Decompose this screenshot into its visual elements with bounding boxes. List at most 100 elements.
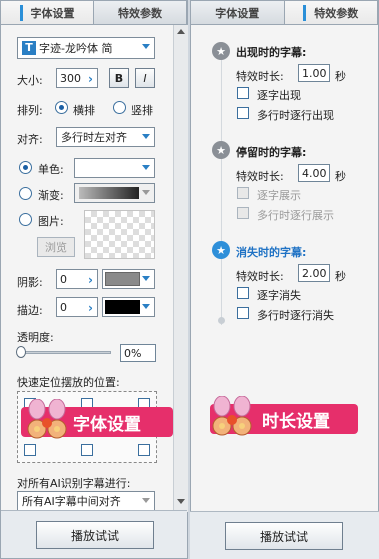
stroke-label: 描边: — [17, 304, 43, 317]
font-select[interactable]: T 字迹-龙吟体 简 — [17, 37, 155, 59]
stroke-swatch — [105, 300, 140, 314]
appear-title: 出现时的字幕: — [236, 46, 307, 59]
chevron-down-icon — [142, 276, 150, 281]
browse-button[interactable]: 浏览 — [37, 237, 75, 257]
star-icon: ★ — [212, 241, 230, 259]
tab-effect-params[interactable]: 特效参数 — [94, 1, 187, 24]
flower-icon — [212, 396, 252, 436]
tab-accent — [19, 4, 23, 21]
image-label: 图片: — [38, 215, 64, 228]
opacity-slider-handle[interactable] — [16, 346, 26, 358]
play-button[interactable]: 播放试试 — [225, 522, 343, 550]
appear-duration-label: 特效时长: — [236, 70, 284, 83]
shadow-stepper[interactable]: 0 › — [56, 269, 98, 289]
pos-bottom-left[interactable] — [24, 444, 36, 456]
left-tabbar: 字体设置 特效参数 — [1, 1, 187, 25]
ai-label: 对所有AI识别字幕进行: — [17, 477, 131, 490]
gradient-select[interactable] — [74, 183, 155, 203]
stay-line-checkbox[interactable] — [237, 207, 249, 219]
appear-unit: 秒 — [335, 70, 346, 83]
bold-button[interactable]: B — [109, 68, 129, 88]
chevron-down-icon — [142, 134, 150, 139]
stay-char-label: 逐字展示 — [257, 189, 301, 202]
stay-duration-label: 特效时长: — [236, 170, 284, 183]
right-footer: 播放试试 — [190, 511, 379, 559]
stay-line-label: 多行时逐行展示 — [257, 209, 334, 222]
appear-char-label: 逐字出现 — [257, 89, 301, 102]
appear-line-label: 多行时逐行出现 — [257, 109, 334, 122]
play-button[interactable]: 播放试试 — [36, 521, 154, 549]
opacity-input[interactable]: 0% — [120, 344, 156, 362]
align-label: 对齐: — [17, 133, 43, 146]
pos-bottom-center[interactable] — [81, 444, 93, 456]
align-select[interactable]: 多行时左对齐 — [56, 127, 155, 147]
disappear-unit: 秒 — [335, 270, 346, 283]
shadow-swatch — [105, 272, 140, 286]
tab-font-settings[interactable]: 字体设置 — [1, 1, 94, 24]
tab-accent — [303, 4, 307, 21]
single-color-label: 单色: — [38, 163, 64, 176]
effect-params-panel: 字体设置 特效参数 — [190, 0, 379, 559]
stroke-color-select[interactable] — [102, 297, 155, 317]
disappear-title: 消失时的字幕: — [236, 246, 307, 259]
disappear-line-checkbox[interactable] — [237, 307, 249, 319]
chevron-down-icon — [142, 304, 150, 309]
vertical-radio[interactable] — [113, 101, 126, 114]
appear-line-checkbox[interactable] — [237, 107, 249, 119]
tab-font-settings[interactable]: 字体设置 — [191, 1, 285, 24]
disappear-duration-input[interactable]: 2.00 — [298, 264, 330, 282]
image-preview[interactable] — [84, 210, 155, 259]
size-stepper[interactable]: 300 › — [56, 68, 98, 88]
shadow-label: 阴影: — [17, 276, 43, 289]
disappear-char-checkbox[interactable] — [237, 287, 249, 299]
opacity-label: 透明度: — [17, 331, 54, 344]
size-label: 大小: — [17, 74, 43, 87]
pos-bottom-right[interactable] — [138, 444, 150, 456]
stay-title: 停留时的字幕: — [236, 146, 307, 159]
scroll-down-icon[interactable] — [177, 499, 185, 504]
timeline-end-dot — [218, 317, 225, 324]
tab-effect-params[interactable]: 特效参数 — [284, 1, 378, 24]
star-icon: ★ — [212, 42, 230, 60]
stroke-stepper[interactable]: 0 › — [56, 297, 98, 317]
timeline-line — [221, 55, 222, 325]
left-footer: 播放试试 — [1, 510, 187, 558]
stay-duration-input[interactable]: 4.00 — [298, 164, 330, 182]
arrange-label: 排列: — [17, 104, 43, 117]
font-settings-panel: 字体设置 特效参数 T 字迹-龙吟体 简 大小: 300 › B I 排列: 横… — [0, 0, 188, 559]
disappear-duration-label: 特效时长: — [236, 270, 284, 283]
image-radio[interactable] — [19, 213, 32, 226]
italic-button[interactable]: I — [135, 68, 155, 88]
chevron-right-icon: › — [88, 301, 93, 315]
disappear-char-label: 逐字消失 — [257, 289, 301, 302]
chevron-right-icon: › — [88, 273, 93, 287]
scroll-up-icon[interactable] — [177, 29, 185, 34]
disappear-line-label: 多行时逐行消失 — [257, 309, 334, 322]
chevron-right-icon: › — [88, 72, 93, 86]
quickpos-label: 快速定位摆放的位置: — [17, 376, 120, 389]
chevron-down-icon — [142, 165, 150, 170]
appear-duration-input[interactable]: 1.00 — [298, 64, 330, 82]
vertical-scrollbar[interactable] — [173, 25, 188, 512]
shadow-color-select[interactable] — [102, 269, 155, 289]
chevron-down-icon — [142, 44, 150, 49]
flower-icon — [27, 399, 67, 439]
stay-unit: 秒 — [335, 170, 346, 183]
opacity-track[interactable] — [19, 351, 111, 354]
ai-align-select[interactable]: 所有AI字幕中间对齐 — [17, 491, 155, 511]
horizontal-label: 横排 — [73, 104, 95, 117]
gradient-label: 渐变: — [38, 189, 64, 202]
single-color-radio[interactable] — [19, 161, 32, 174]
appear-char-checkbox[interactable] — [237, 87, 249, 99]
chevron-down-icon — [142, 498, 150, 503]
font-type-icon: T — [22, 41, 36, 55]
single-color-select[interactable] — [74, 158, 155, 178]
stay-char-checkbox[interactable] — [237, 187, 249, 199]
star-icon: ★ — [212, 141, 230, 159]
vertical-label: 竖排 — [131, 104, 153, 117]
right-tabbar: 字体设置 特效参数 — [191, 1, 378, 25]
gradient-swatch — [79, 187, 139, 199]
gradient-radio[interactable] — [19, 187, 32, 200]
horizontal-radio[interactable] — [55, 101, 68, 114]
chevron-down-icon — [142, 190, 150, 195]
